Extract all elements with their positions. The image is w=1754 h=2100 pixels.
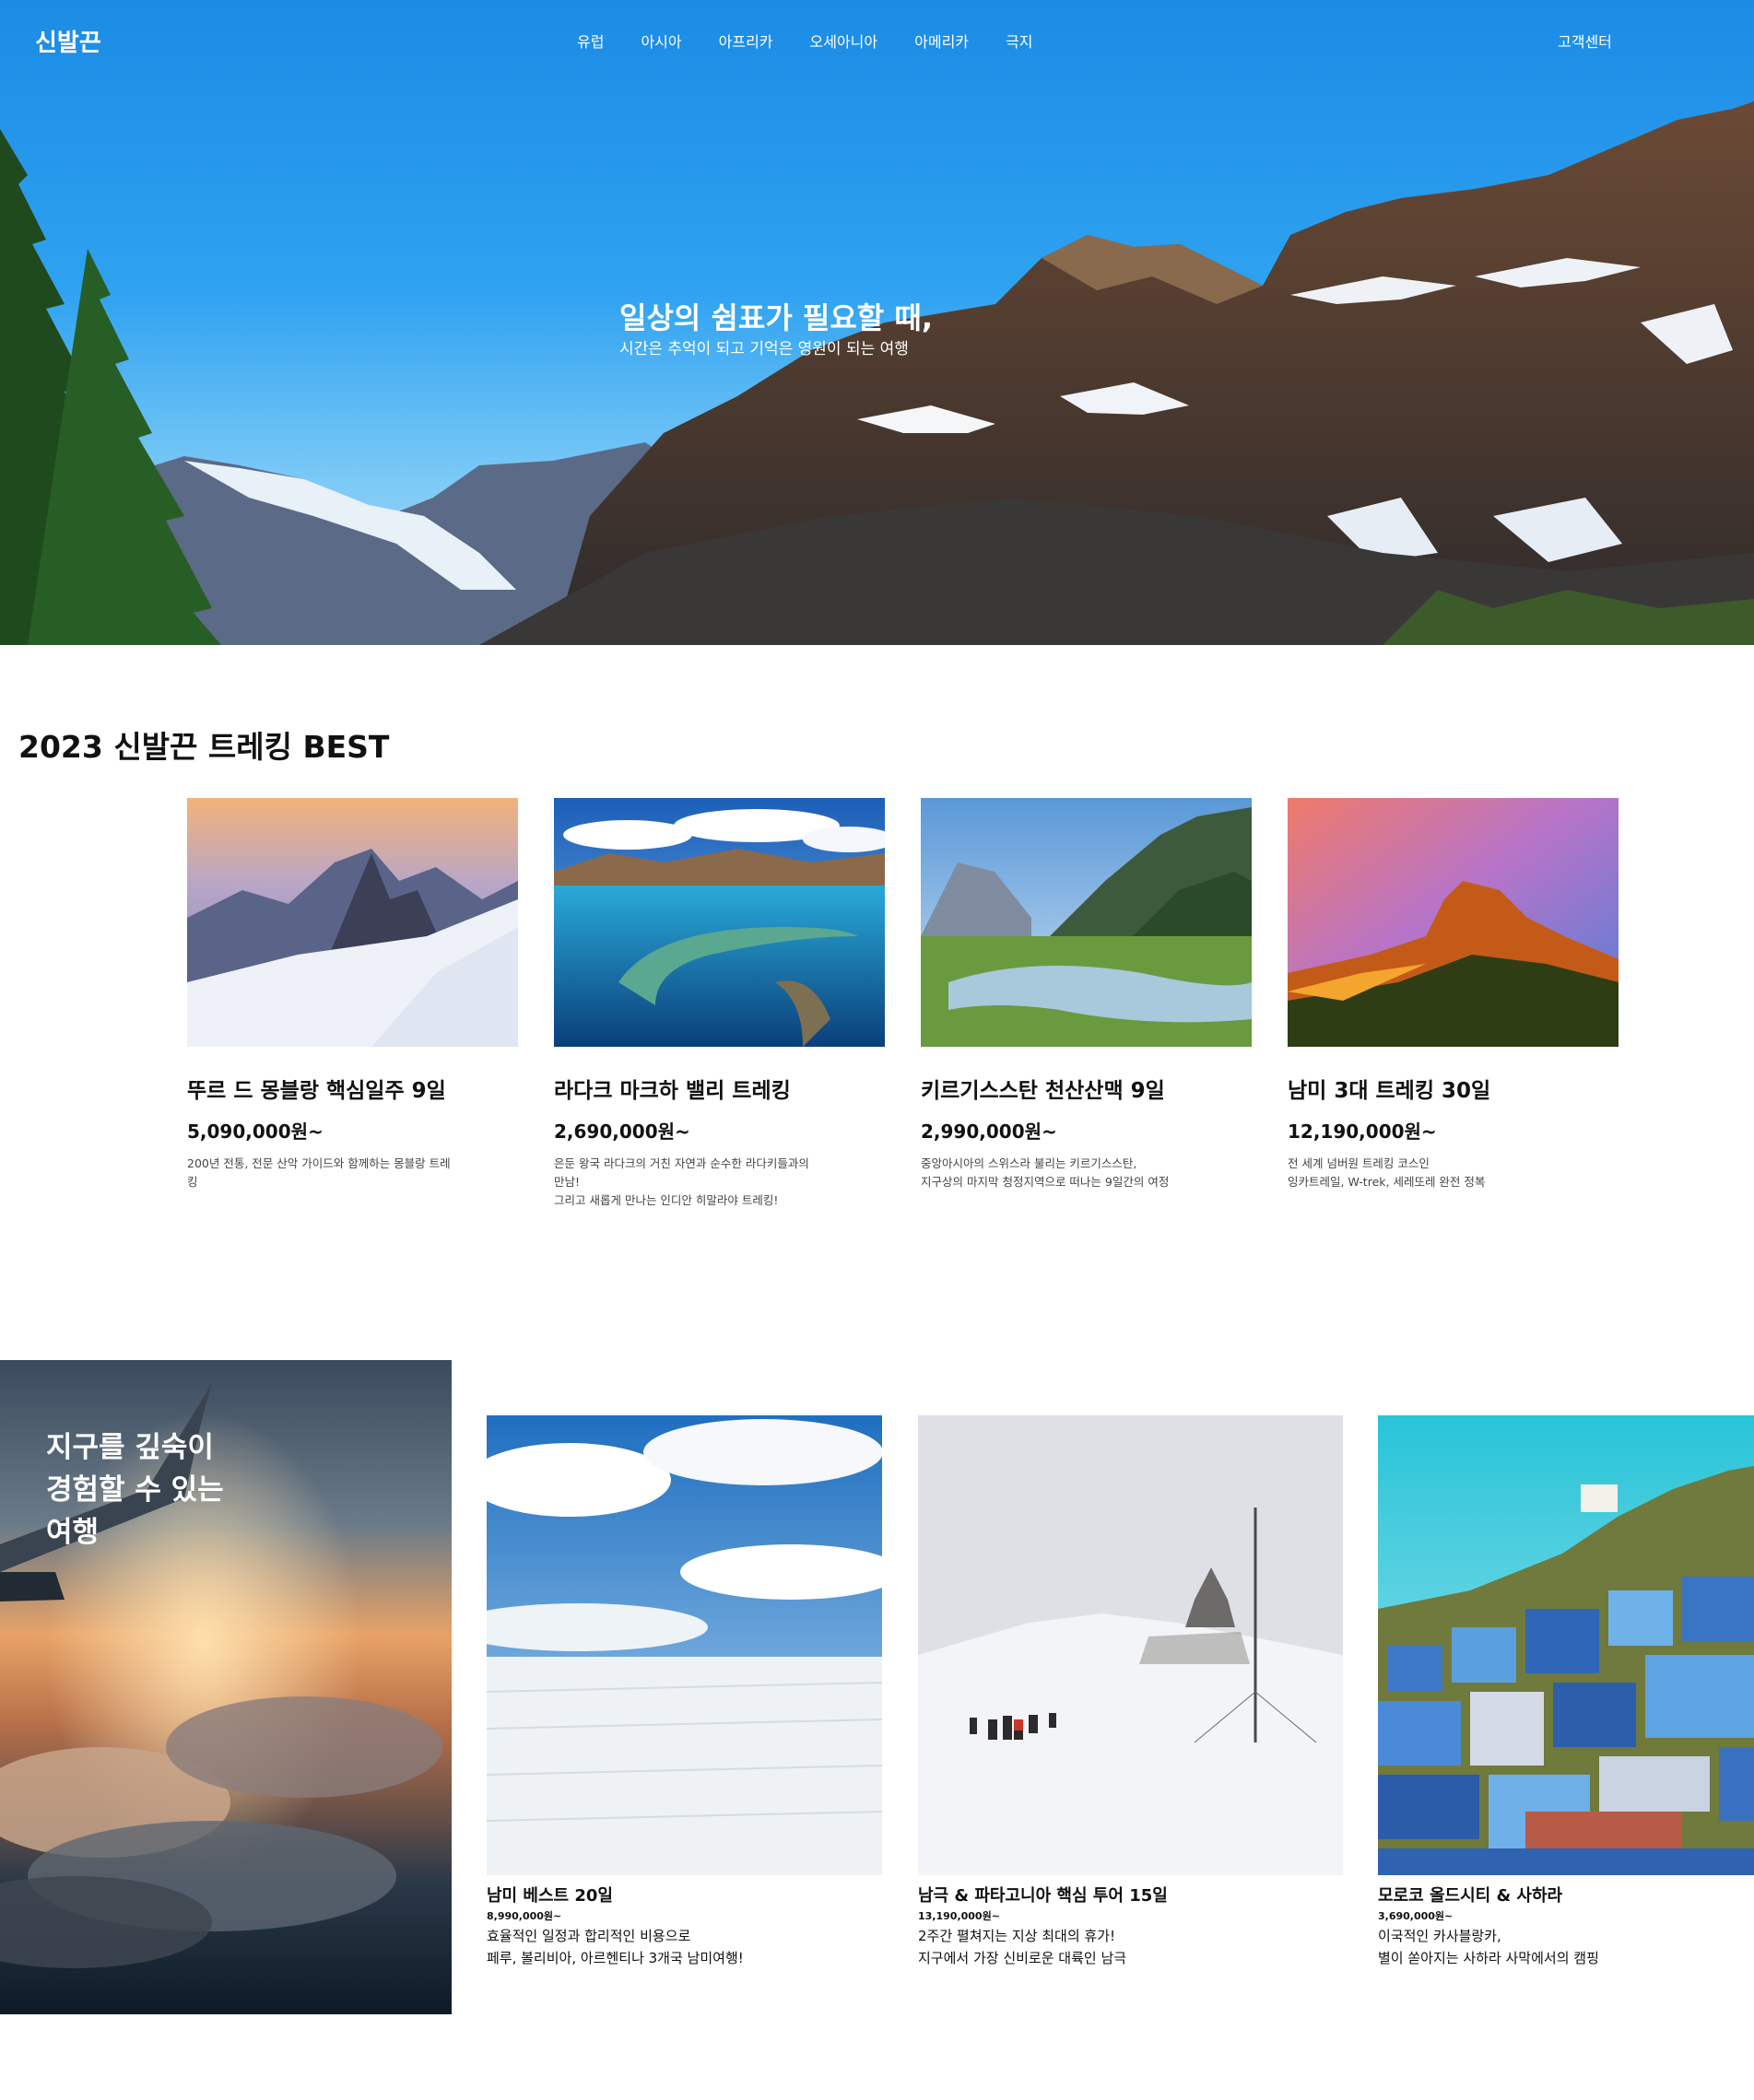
product-price: 2,990,000원~ <box>921 1120 1057 1143</box>
hero-title: 일상의 쉼표가 필요할 때, <box>619 300 933 335</box>
menu-item-america[interactable]: 아메리카 <box>914 29 969 52</box>
description-line: 200년 전통, 전문 산악 가이드와 함께하는 몽블랑 트레 <box>187 1156 451 1170</box>
best-section-title: 2023 신발끈 트레킹 BEST <box>18 729 390 765</box>
menu-item-asia[interactable]: 아시아 <box>641 29 681 52</box>
tour-name: 남극 & 파타고니아 핵심 투어 15일 <box>918 1886 1168 1906</box>
morocco-blue-city-image[interactable] <box>1378 1415 1754 1875</box>
description-line: 지구에서 가장 신비로운 대륙인 남극 <box>918 1950 1127 1966</box>
description-line: 전 세계 넘버원 트레킹 코스인 <box>1288 1156 1430 1170</box>
product-card[interactable]: 라다크 마크하 밸리 트레킹 2,690,000원~ 은둔 왕국 라다크의 거친… <box>554 798 885 1210</box>
product-card[interactable]: 뚜르 드 몽블랑 핵심일주 9일 5,090,000원~ 200년 전통, 전문… <box>187 798 518 1191</box>
menu-item-polar[interactable]: 극지 <box>1006 29 1032 52</box>
description-line: 효율적인 일정과 합리적인 비용으로 <box>487 1928 691 1944</box>
menu-item-europe[interactable]: 유럽 <box>577 29 604 52</box>
tour-description: 이국적인 카사블랑카, 별이 쏟아지는 사하라 사막에서의 캠핑 <box>1378 1925 1754 1969</box>
tour-description: 2주간 펼쳐지는 지상 최대의 휴가! 지구에서 가장 신비로운 대륙인 남극 <box>918 1925 1343 1969</box>
logo[interactable]: 신발끈 <box>35 24 101 58</box>
menu-item-africa[interactable]: 아프리카 <box>719 29 773 52</box>
product-name: 키르기스스탄 천산산맥 9일 <box>921 1079 1165 1103</box>
feature-line: 지구를 깊숙이 <box>46 1431 214 1464</box>
menu-item-oceania[interactable]: 오세아니아 <box>810 29 878 52</box>
description-line: 그리고 새롭게 만나는 인디안 히말라야 트레킹! <box>554 1193 779 1207</box>
product-price: 5,090,000원~ <box>187 1120 324 1143</box>
product-description: 전 세계 넘버원 트레킹 코스인 잉카트레일, W-trek, 세레또레 완전 … <box>1288 1155 1564 1191</box>
description-line: 페루, 볼리비아, 아르헨티나 3개국 남미여행! <box>487 1950 744 1966</box>
product-card[interactable]: 남미 3대 트레킹 30일 12,190,000원~ 전 세계 넘버원 트레킹 … <box>1288 798 1619 1191</box>
product-name: 남미 3대 트레킹 30일 <box>1288 1079 1491 1103</box>
salt-flat-image[interactable] <box>487 1415 882 1875</box>
product-card[interactable]: 키르기스스탄 천산산맥 9일 2,990,000원~ 중앙아시아의 스위스라 불… <box>921 798 1252 1191</box>
description-line: 2주간 펼쳐지는 지상 최대의 휴가! <box>918 1928 1116 1944</box>
tour-card[interactable]: 모로코 올드시티 & 사하라 3,690,000원~ 이국적인 카사블랑카, 별… <box>1378 1415 1754 1969</box>
product-name: 뚜르 드 몽블랑 핵심일주 9일 <box>187 1079 446 1103</box>
feature-heading: 지구를 깊숙이 경험할 수 있는 여행 <box>46 1426 224 1554</box>
feature-banner: 지구를 깊숙이 경험할 수 있는 여행 <box>0 1360 452 2014</box>
product-description: 은둔 왕국 라다크의 거친 자연과 순수한 라다키들과의 만남! 그리고 새롭게… <box>554 1155 830 1210</box>
description-line: 킹 <box>187 1175 198 1189</box>
hero-banner: 신발끈 유럽 아시아 아프리카 오세아니아 아메리카 극지 고객센터 일상의 쉼… <box>0 0 1754 645</box>
kyrgyzstan-valley-image[interactable] <box>921 798 1252 1047</box>
montblanc-image[interactable] <box>187 798 518 1047</box>
product-description: 200년 전통, 전문 산악 가이드와 함께하는 몽블랑 트레 킹 <box>187 1155 464 1191</box>
feature-line: 여행 <box>46 1516 100 1549</box>
ladakh-lake-image[interactable] <box>554 798 885 1047</box>
description-line: 이국적인 카사블랑카, <box>1378 1928 1501 1944</box>
description-line: 잉카트레일, W-trek, 세레또레 완전 정복 <box>1288 1175 1486 1189</box>
product-name: 라다크 마크하 밸리 트레킹 <box>554 1079 791 1103</box>
hero-subtitle: 시간은 추억이 되고 기억은 영원이 되는 여행 <box>619 340 909 358</box>
top-navigation: 신발끈 유럽 아시아 아프리카 오세아니아 아메리카 극지 고객센터 <box>0 0 1754 79</box>
feature-line: 경험할 수 있는 <box>46 1473 224 1507</box>
description-line: 지구상의 마지막 청정지역으로 떠나는 9일간의 여정 <box>921 1175 1170 1189</box>
tour-card[interactable]: 남미 베스트 20일 8,990,000원~ 효율적인 일정과 합리적인 비용으… <box>487 1415 882 1969</box>
description-line: 별이 쏟아지는 사하라 사막에서의 캠핑 <box>1378 1950 1599 1966</box>
tour-price: 3,690,000원~ <box>1378 1910 1454 1922</box>
tour-price: 13,190,000원~ <box>918 1910 1000 1922</box>
product-price: 2,690,000원~ <box>554 1120 690 1143</box>
customer-center-link[interactable]: 고객센터 <box>1558 29 1612 52</box>
product-price: 12,190,000원~ <box>1288 1120 1437 1143</box>
tour-card[interactable]: 남극 & 파타고니아 핵심 투어 15일 13,190,000원~ 2주간 펼쳐… <box>918 1415 1343 1969</box>
main-menu: 유럽 아시아 아프리카 오세아니아 아메리카 극지 <box>577 29 1069 52</box>
tour-description: 효율적인 일정과 합리적인 비용으로 페루, 볼리비아, 아르헨티나 3개국 남… <box>487 1925 882 1969</box>
tour-name: 모로코 올드시티 & 사하라 <box>1378 1886 1563 1906</box>
description-line: 은둔 왕국 라다크의 거친 자연과 순수한 라다키들과의 <box>554 1156 809 1170</box>
tour-name: 남미 베스트 20일 <box>487 1886 613 1906</box>
description-line: 만남! <box>554 1175 581 1189</box>
tour-price: 8,990,000원~ <box>487 1910 562 1922</box>
antarctica-image[interactable] <box>918 1415 1343 1875</box>
description-line: 중앙아시아의 스위스라 불리는 키르기스스탄, <box>921 1156 1137 1170</box>
south-america-peak-image[interactable] <box>1288 798 1619 1047</box>
product-description: 중앙아시아의 스위스라 불리는 키르기스스탄, 지구상의 마지막 청정지역으로 … <box>921 1155 1197 1191</box>
